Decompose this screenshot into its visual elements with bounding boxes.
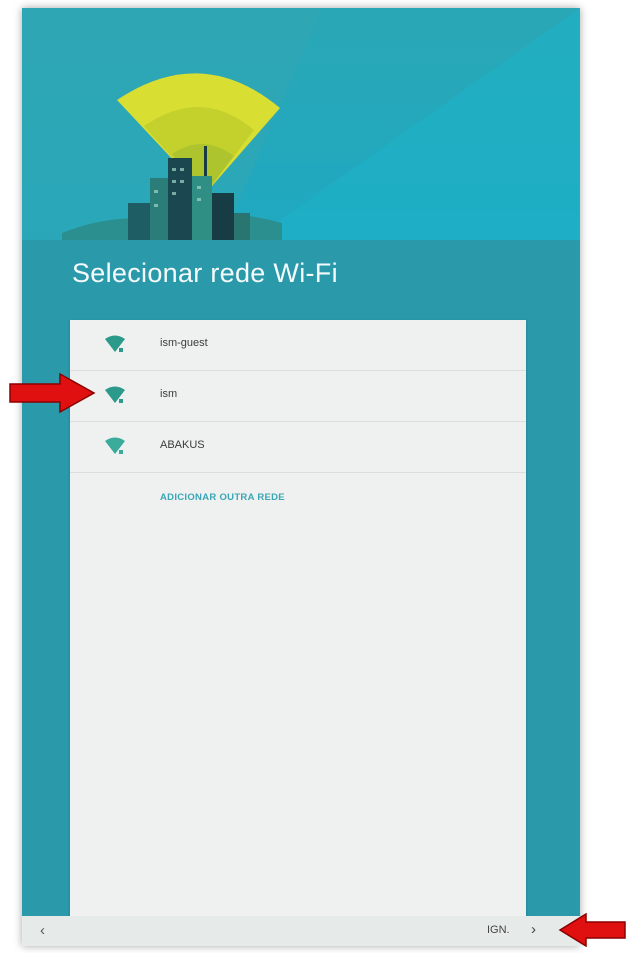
network-item-abakus[interactable]: ABAKUS xyxy=(70,422,526,473)
network-ssid: ism xyxy=(160,388,178,400)
phone-screen: Selecionar rede Wi-Fi ism-guest ism ABAK… xyxy=(22,8,580,946)
back-button[interactable]: ‹ xyxy=(40,922,45,939)
network-list: ism-guest ism ABAKUS xyxy=(70,320,526,473)
annotation-arrow-left-icon xyxy=(558,913,626,947)
skip-button[interactable]: IGN. xyxy=(487,924,510,936)
chevron-right-icon[interactable]: › xyxy=(531,921,536,938)
annotation-arrow-right-icon xyxy=(9,372,96,414)
wifi-signal-icon xyxy=(105,437,125,454)
page-title: Selecionar rede Wi-Fi xyxy=(72,258,338,288)
network-item-ism[interactable]: ism xyxy=(70,371,526,422)
wifi-signal-icon xyxy=(105,335,125,352)
network-list-card: ism-guest ism ABAKUS ADICIONAR OUTRA RED… xyxy=(70,320,526,918)
bottom-navigation-bar: ‹ IGN. › xyxy=(22,916,580,946)
wifi-signal-icon xyxy=(105,386,125,403)
network-item-ism-guest[interactable]: ism-guest xyxy=(70,320,526,371)
add-network-button[interactable]: ADICIONAR OUTRA REDE xyxy=(160,492,285,503)
network-ssid: ism-guest xyxy=(160,337,208,349)
hero-illustration xyxy=(22,8,580,240)
network-ssid: ABAKUS xyxy=(160,439,205,451)
